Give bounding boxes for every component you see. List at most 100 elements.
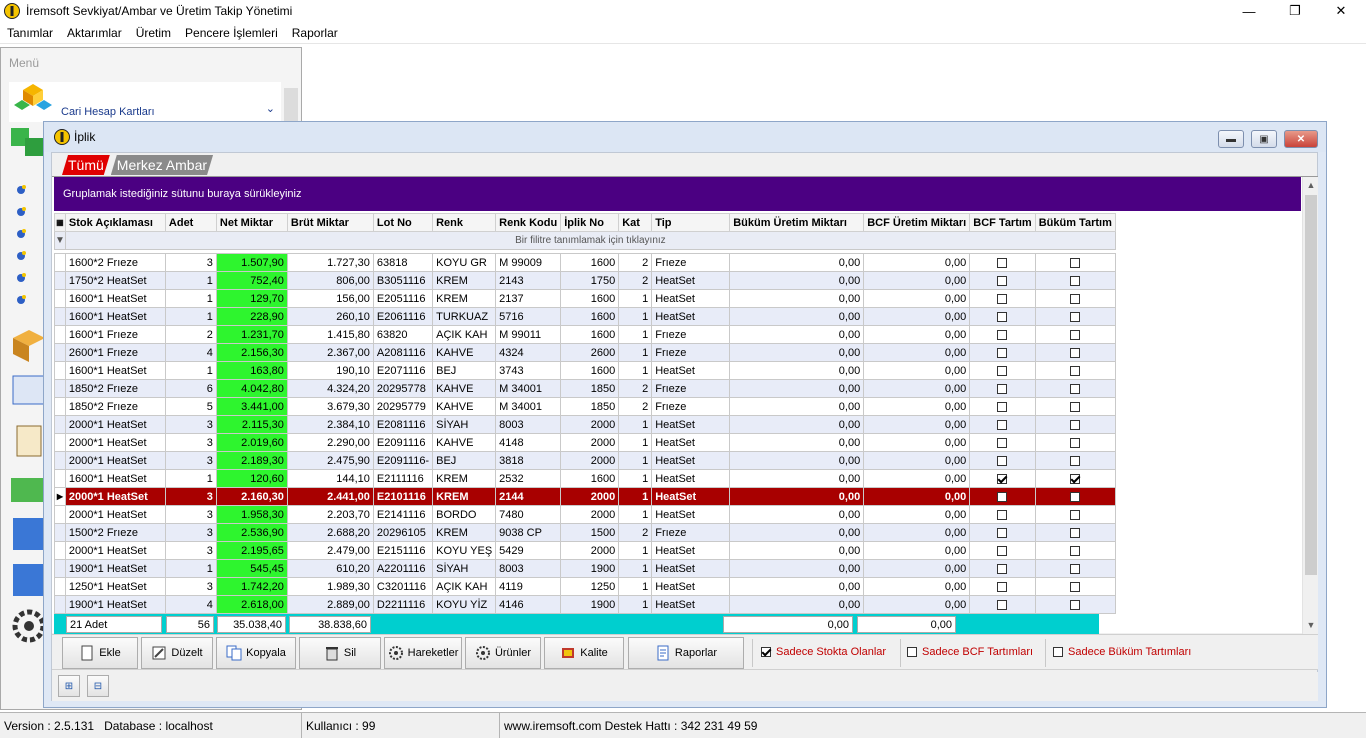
table-cell[interactable] — [1034, 595, 1116, 614]
table-cell[interactable]: E2071116 — [372, 361, 434, 380]
bukum-checkbox-box[interactable] — [1053, 647, 1063, 657]
row-indicator[interactable] — [54, 271, 66, 290]
table-cell[interactable]: 0,00 — [863, 577, 971, 596]
row-indicator[interactable] — [54, 415, 66, 434]
table-cell[interactable]: 1600 — [560, 289, 620, 308]
table-cell[interactable]: 3 — [164, 523, 217, 542]
table-cell[interactable]: 2.479,00 — [286, 541, 374, 560]
filter-hint[interactable]: Bir filitre tanımlamak için tıklayınız — [64, 231, 1116, 250]
col-kat[interactable]: Kat — [618, 213, 653, 232]
table-cell[interactable]: 2000*1 HeatSet — [64, 505, 166, 524]
table-cell[interactable] — [969, 433, 1036, 452]
table-cell[interactable]: 2144 — [495, 487, 562, 506]
table-cell[interactable]: 610,20 — [286, 559, 374, 578]
table-cell[interactable]: KREM — [432, 289, 497, 308]
row-checkbox[interactable] — [1070, 563, 1081, 574]
menu-pencere-islemleri[interactable]: Pencere İşlemleri — [178, 26, 285, 40]
table-cell[interactable]: 1850*2 Frıeze — [64, 379, 166, 398]
table-cell[interactable]: 0,00 — [863, 595, 971, 614]
row-checkbox[interactable] — [1070, 401, 1081, 412]
table-cell[interactable]: 1 — [618, 325, 653, 344]
table-cell[interactable]: 3 — [164, 577, 217, 596]
raporlar-button[interactable]: Raporlar — [628, 637, 744, 669]
table-cell[interactable]: E2101116 — [372, 487, 434, 506]
table-cell[interactable]: HeatSet — [651, 505, 731, 524]
table-cell[interactable]: 806,00 — [286, 271, 374, 290]
table-cell[interactable] — [1034, 397, 1116, 416]
table-row[interactable]: 2600*1 Frıeze 4 2.156,30 2.367,00 A2081116 KA… — [54, 343, 1116, 362]
row-checkbox[interactable] — [1070, 455, 1081, 466]
row-indicator[interactable] — [54, 451, 66, 470]
scroll-down-icon[interactable]: ▼ — [1303, 617, 1319, 633]
table-cell[interactable]: 0,00 — [729, 361, 865, 380]
table-cell[interactable]: 1900 — [560, 595, 620, 614]
table-cell[interactable]: 1 — [618, 307, 653, 326]
table-cell[interactable]: 1 — [618, 415, 653, 434]
table-cell[interactable]: 3 — [164, 541, 217, 560]
table-row[interactable]: 1900*1 HeatSet 1 545,45 610,20 A2201116 SİYAH… — [54, 559, 1116, 578]
duzelt-button[interactable]: Düzelt — [141, 637, 213, 669]
table-cell[interactable]: 2.189,30 — [215, 451, 288, 470]
table-cell[interactable]: 0,00 — [729, 451, 865, 470]
row-checkbox[interactable] — [1070, 581, 1081, 592]
row-checkbox[interactable] — [1070, 311, 1081, 322]
table-cell[interactable] — [969, 415, 1036, 434]
table-cell[interactable]: 3.441,00 — [215, 397, 288, 416]
table-cell[interactable]: 4 — [164, 595, 217, 614]
table-cell[interactable]: 1600 — [560, 253, 620, 272]
table-cell[interactable]: 1 — [618, 433, 653, 452]
tab-tumu[interactable]: Tümü — [62, 155, 110, 175]
row-checkbox[interactable] — [997, 491, 1008, 502]
table-cell[interactable]: E2111116 — [372, 469, 434, 488]
table-cell[interactable]: 4.042,80 — [215, 379, 288, 398]
table-cell[interactable]: 6 — [164, 379, 217, 398]
table-cell[interactable]: 1600 — [560, 325, 620, 344]
table-row[interactable]: 1750*2 HeatSet 1 752,40 806,00 B3051116 KREM 2… — [54, 271, 1116, 290]
col-bukum-tartim[interactable]: Büküm Tartım — [1034, 213, 1116, 232]
table-cell[interactable]: KREM — [432, 523, 497, 542]
table-cell[interactable]: Frıeze — [651, 397, 731, 416]
table-cell[interactable]: 1600*2 Frıeze — [64, 253, 166, 272]
table-cell[interactable]: HeatSet — [651, 361, 731, 380]
table-cell[interactable]: Frıeze — [651, 253, 731, 272]
table-cell[interactable]: 0,00 — [729, 487, 865, 506]
table-cell[interactable]: M 99011 — [495, 325, 562, 344]
col-renk-kodu[interactable]: Renk Kodu — [495, 213, 562, 232]
table-cell[interactable]: 2137 — [495, 289, 562, 308]
table-cell[interactable]: A2081116 — [372, 343, 434, 362]
row-indicator[interactable] — [54, 469, 66, 488]
table-cell[interactable]: 0,00 — [729, 523, 865, 542]
table-row[interactable]: 1850*2 Frıeze 5 3.441,00 3.679,30 20295779 KA… — [54, 397, 1116, 416]
hareketler-button[interactable]: Hareketler — [384, 637, 462, 669]
urunler-button[interactable]: Ürünler — [465, 637, 541, 669]
kalite-button[interactable]: Kalite — [544, 637, 624, 669]
table-cell[interactable] — [969, 343, 1036, 362]
table-cell[interactable]: 752,40 — [215, 271, 288, 290]
table-cell[interactable]: 1600 — [560, 361, 620, 380]
table-cell[interactable]: 2.475,90 — [286, 451, 374, 470]
table-cell[interactable]: 1500*2 Frıeze — [64, 523, 166, 542]
table-cell[interactable] — [1034, 559, 1116, 578]
table-cell[interactable]: 0,00 — [863, 433, 971, 452]
table-cell[interactable]: 0,00 — [863, 289, 971, 308]
table-cell[interactable]: 1.742,20 — [215, 577, 288, 596]
row-indicator[interactable] — [54, 325, 66, 344]
table-cell[interactable]: 2600*1 Frıeze — [64, 343, 166, 362]
table-cell[interactable]: 1750*2 HeatSet — [64, 271, 166, 290]
table-cell[interactable]: 3818 — [495, 451, 562, 470]
col-tip[interactable]: Tip — [651, 213, 731, 232]
table-cell[interactable]: 1 — [618, 289, 653, 308]
row-checkbox[interactable] — [1070, 419, 1081, 430]
table-cell[interactable] — [969, 559, 1036, 578]
table-cell[interactable]: 1600*1 HeatSet — [64, 361, 166, 380]
table-cell[interactable]: 1600*1 Frıeze — [64, 325, 166, 344]
table-cell[interactable]: 5 — [164, 397, 217, 416]
table-cell[interactable]: 228,90 — [215, 307, 288, 326]
table-cell[interactable]: BEJ — [432, 361, 497, 380]
table-cell[interactable] — [969, 325, 1036, 344]
table-cell[interactable]: 1 — [618, 577, 653, 596]
menu-aktarimlar[interactable]: Aktarımlar — [60, 26, 129, 40]
table-cell[interactable]: HeatSet — [651, 415, 731, 434]
row-indicator[interactable] — [54, 559, 66, 578]
row-indicator[interactable] — [54, 343, 66, 362]
